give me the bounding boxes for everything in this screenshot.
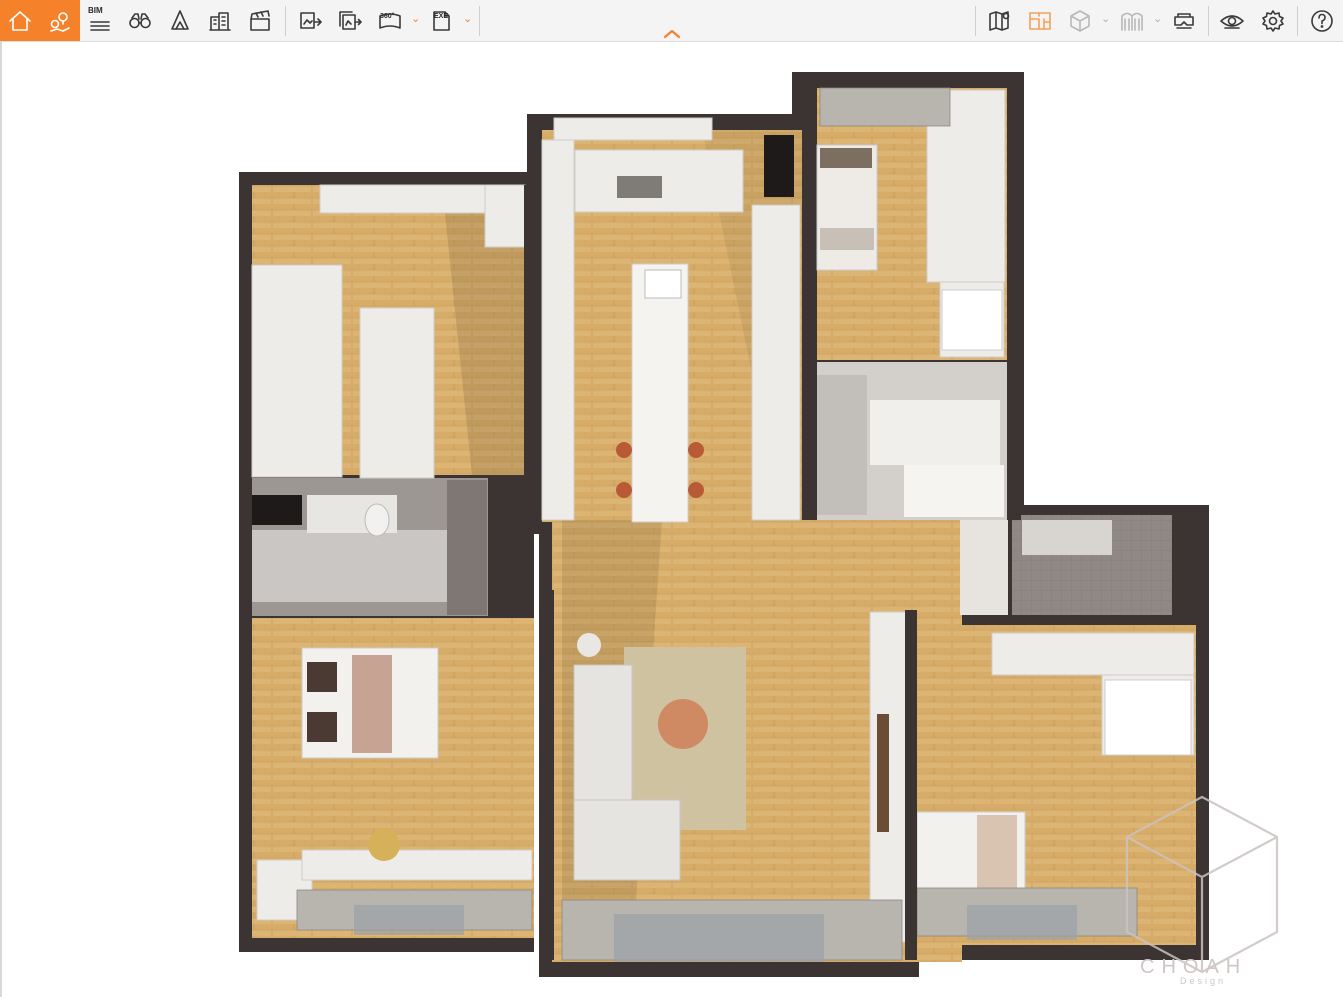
arches-icon — [1121, 12, 1143, 31]
kitchen-sink — [617, 176, 662, 198]
export-360-icon — [379, 12, 401, 29]
gear-icon — [1262, 9, 1284, 32]
vr-headset-button[interactable] — [1164, 0, 1204, 41]
binoculars-icon — [129, 12, 151, 28]
floorplan-icon — [1029, 11, 1051, 30]
eye-icon — [1220, 14, 1244, 29]
cube-button[interactable] — [1060, 0, 1100, 41]
help-button[interactable] — [1302, 0, 1342, 41]
perspective-button[interactable] — [160, 0, 200, 41]
map-pin-icon — [989, 10, 1010, 31]
vr-headset-icon — [1174, 12, 1194, 29]
export-360-dropdown-icon[interactable]: ⌄ — [411, 14, 421, 25]
visibility-button[interactable] — [1212, 0, 1252, 41]
export-360-button[interactable]: 360° — [370, 0, 410, 41]
export-360-label: 360° — [380, 13, 395, 20]
binoculars-button[interactable] — [120, 0, 160, 41]
export-exe-label: EXE — [434, 13, 449, 20]
bim-button[interactable]: BIM — [80, 0, 120, 41]
cube-dropdown-icon[interactable]: ⌄ — [1101, 14, 1111, 25]
watermark-subtitle: Design — [1180, 976, 1227, 986]
export-images-button[interactable] — [330, 0, 370, 41]
toolbar-separator — [479, 6, 480, 36]
toolbar-separator — [285, 6, 286, 36]
map-button[interactable] — [980, 0, 1020, 41]
export-images-icon — [339, 10, 362, 30]
export-exe-icon — [433, 10, 450, 31]
help-icon — [1311, 9, 1333, 32]
arches-button[interactable] — [1112, 0, 1152, 41]
toolbar-separator — [1208, 6, 1209, 36]
cube-icon — [1070, 9, 1090, 32]
export-exe-button[interactable]: EXE — [422, 0, 462, 41]
arches-dropdown-icon[interactable]: ⌄ — [1153, 14, 1163, 25]
export-image-icon — [300, 11, 322, 29]
3d-viewport[interactable] — [0, 42, 1343, 997]
buildings-button[interactable] — [200, 0, 240, 41]
bim-label: BIM — [88, 6, 103, 15]
toolbar-separator — [975, 6, 976, 36]
clapperboard-button[interactable] — [240, 0, 280, 41]
chevron-up-icon[interactable] — [660, 26, 684, 40]
floorplan-view-button[interactable] — [1020, 0, 1060, 41]
perspective-cone-icon — [171, 9, 189, 30]
location-pins-icon — [50, 11, 70, 32]
location-pins-button[interactable] — [40, 0, 80, 41]
toolbar-separator — [1297, 6, 1298, 36]
home-icon — [9, 10, 31, 31]
settings-button[interactable] — [1253, 0, 1293, 41]
export-exe-dropdown-icon[interactable]: ⌄ — [463, 14, 473, 25]
coffee-table — [658, 699, 708, 749]
buildings-icon — [209, 11, 231, 31]
export-image-button[interactable] — [290, 0, 330, 41]
home-button[interactable] — [0, 0, 40, 41]
top-toolbar: BIM 360° ⌄ EXE ⌄ ⌄ ⌄ — [0, 0, 1343, 42]
clapperboard-icon — [250, 9, 270, 31]
